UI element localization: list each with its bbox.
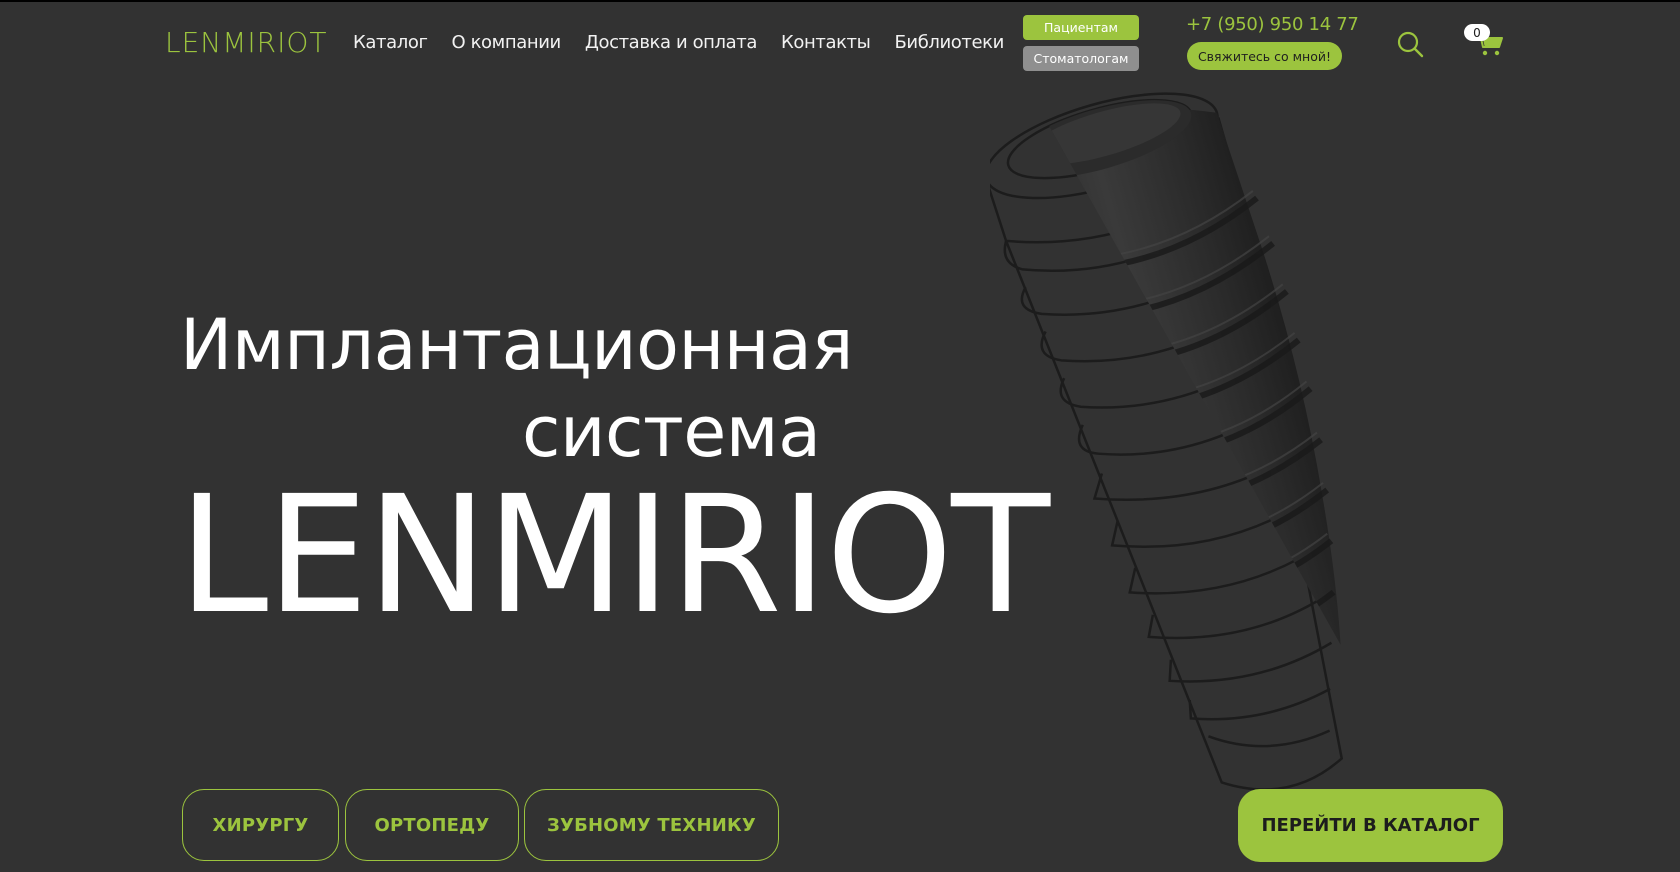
nav-item-about[interactable]: О компании bbox=[452, 32, 562, 53]
cart-count-badge: 0 bbox=[1464, 24, 1490, 41]
orthopedist-button[interactable]: ОРТОПЕДУ bbox=[345, 789, 519, 861]
page: LENMIRIOT Каталог О компании Доставка и … bbox=[0, 2, 1680, 872]
cart-button[interactable]: 0 bbox=[1464, 24, 1504, 58]
hero-heading-line1: Имплантационная bbox=[180, 304, 854, 386]
dentists-button[interactable]: Стоматологам bbox=[1023, 46, 1139, 71]
hero-brand: LENMIRIOT bbox=[178, 462, 1050, 650]
logo[interactable]: LENMIRIOT bbox=[165, 26, 328, 59]
go-to-catalog-button[interactable]: ПЕРЕЙТИ В КАТАЛОГ bbox=[1238, 789, 1503, 862]
nav-item-contacts[interactable]: Контакты bbox=[781, 32, 871, 53]
nav-item-libraries[interactable]: Библиотеки bbox=[894, 32, 1004, 53]
dental-technician-button[interactable]: ЗУБНОМУ ТЕХНИКУ bbox=[524, 789, 779, 861]
nav-item-catalog[interactable]: Каталог bbox=[353, 32, 428, 53]
surgeon-button[interactable]: ХИРУРГУ bbox=[182, 789, 339, 861]
callback-button[interactable]: Свяжитесь со мной! bbox=[1187, 42, 1342, 70]
implant-illustration bbox=[990, 92, 1344, 792]
nav-item-delivery[interactable]: Доставка и оплата bbox=[585, 32, 758, 53]
phone-number[interactable]: +7 (950) 950 14 77 bbox=[1186, 14, 1359, 35]
hero-heading-line2: система bbox=[522, 391, 821, 473]
search-icon[interactable] bbox=[1396, 30, 1424, 58]
patients-button[interactable]: Пациентам bbox=[1023, 15, 1139, 40]
main-nav: Каталог О компании Доставка и оплата Кон… bbox=[353, 32, 1004, 53]
